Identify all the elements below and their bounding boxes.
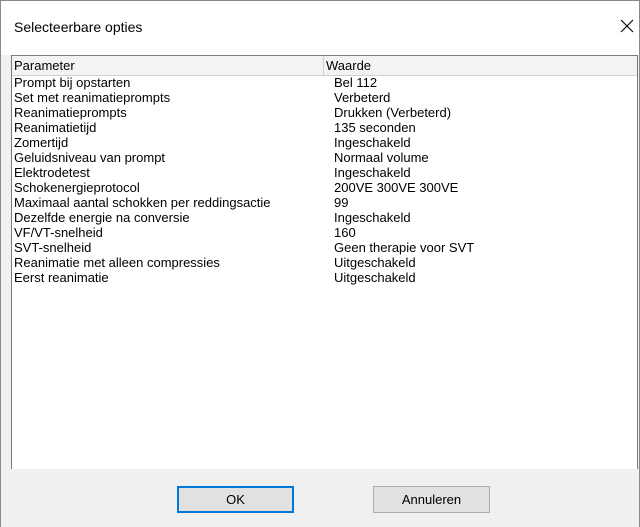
list-item[interactable]: Elektrodetest Ingeschakeld — [12, 165, 637, 180]
parameter-value: Geen therapie voor SVT — [334, 240, 475, 255]
parameter-value: Bel 112 — [334, 75, 378, 90]
parameter-name: Geluidsniveau van prompt — [14, 150, 166, 165]
list-header: Parameter Waarde — [12, 56, 637, 76]
list-rows: Prompt bij opstarten Bel 112 Set met reani… — [12, 75, 637, 285]
parameter-name: Zomertijd — [14, 135, 69, 150]
close-icon — [620, 19, 634, 33]
list-item[interactable]: Maximaal aantal schokken per reddingsact… — [12, 195, 637, 210]
cancel-button[interactable]: Annuleren — [373, 486, 490, 513]
list-item[interactable]: Reanimatieprompts Drukken (Verbeterd) — [12, 105, 637, 120]
column-header-parameter[interactable]: Parameter — [12, 56, 324, 75]
list-item[interactable]: Eerst reanimatie Uitgeschakeld — [12, 270, 637, 285]
title-bar: Selecteerbare opties — [1, 1, 639, 55]
list-item[interactable]: Reanimatietijd 135 seconden — [12, 120, 637, 135]
parameter-name: SVT-snelheid — [14, 240, 92, 255]
parameter-value: Ingeschakeld — [334, 135, 411, 150]
parameter-name: Prompt bij opstarten — [14, 75, 131, 90]
parameter-name: Reanimatie met alleen compressies — [14, 255, 220, 270]
column-header-value[interactable]: Waarde — [324, 56, 637, 75]
parameter-name: Reanimatietijd — [14, 120, 97, 135]
list-item[interactable]: Geluidsniveau van prompt Normaal volume — [12, 150, 637, 165]
list-item[interactable]: SVT-snelheid Geen therapie voor SVT — [12, 240, 637, 255]
parameter-value: Ingeschakeld — [334, 210, 411, 225]
parameter-value: Uitgeschakeld — [334, 255, 416, 270]
parameter-name: Dezelfde energie na conversie — [14, 210, 190, 225]
window-title: Selecteerbare opties — [14, 19, 143, 35]
parameter-value: 200VE 300VE 300VE — [334, 180, 459, 195]
list-item[interactable]: Zomertijd Ingeschakeld — [12, 135, 637, 150]
parameter-value: 160 — [334, 225, 356, 240]
parameter-value: Uitgeschakeld — [334, 270, 416, 285]
ok-button[interactable]: OK — [177, 486, 294, 513]
parameter-value: Normaal volume — [334, 150, 429, 165]
list-item[interactable]: Set met reanimatieprompts Verbeterd — [12, 90, 637, 105]
list-item[interactable]: Prompt bij opstarten Bel 112 — [12, 75, 637, 90]
options-list[interactable]: Parameter Waarde Prompt bij opstarten Bel… — [11, 55, 638, 469]
parameter-name: Schokenergieprotocol — [14, 180, 140, 195]
options-dialog: Selecteerbare opties Parameter Waarde Pr… — [0, 0, 640, 527]
parameter-name: Reanimatieprompts — [14, 105, 127, 120]
parameter-name: Set met reanimatieprompts — [14, 90, 171, 105]
parameter-name: VF/VT-snelheid — [14, 225, 103, 240]
list-item[interactable]: Schokenergieprotocol 200VE 300VE 300VE — [12, 180, 637, 195]
parameter-value: 135 seconden — [334, 120, 416, 135]
close-button[interactable] — [615, 13, 639, 39]
parameter-value: Drukken (Verbeterd) — [334, 105, 452, 120]
parameter-value: 99 — [334, 195, 349, 210]
parameter-name: Elektrodetest — [14, 165, 90, 180]
list-item[interactable]: Reanimatie met alleen compressies Uitgesc… — [12, 255, 637, 270]
parameter-value: Ingeschakeld — [334, 165, 411, 180]
parameter-name: Eerst reanimatie — [14, 270, 109, 285]
list-item[interactable]: VF/VT-snelheid 160 — [12, 225, 637, 240]
parameter-value: Verbeterd — [334, 90, 391, 105]
list-item[interactable]: Dezelfde energie na conversie Ingeschakel… — [12, 210, 637, 225]
parameter-name: Maximaal aantal schokken per reddingsact… — [14, 195, 271, 210]
